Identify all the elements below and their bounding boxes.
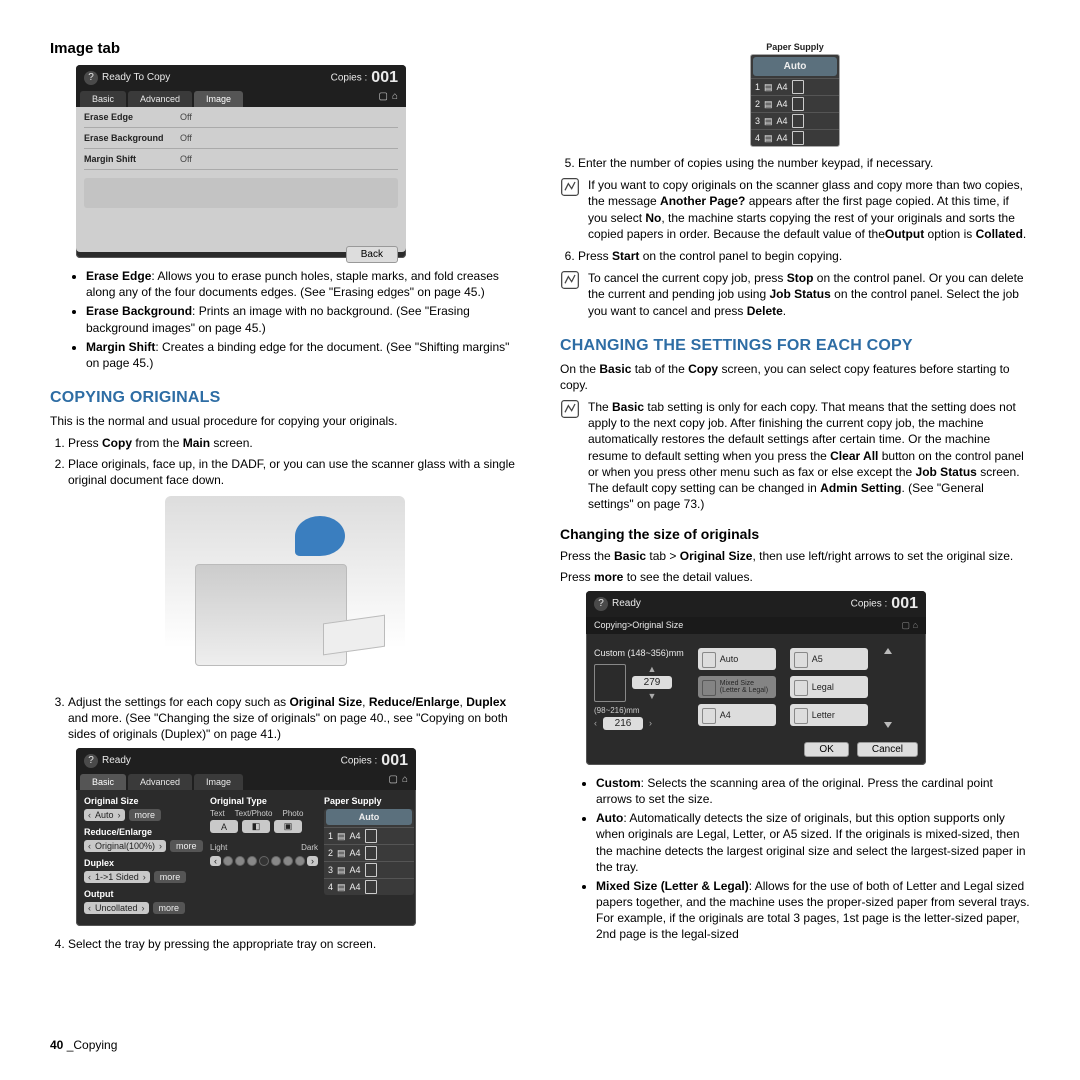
image-tab-bullets: Erase Edge: Allows you to erase punch ho… (50, 268, 520, 371)
step-5: Enter the number of copies using the num… (578, 155, 1030, 171)
tab-image[interactable]: Image (194, 774, 243, 790)
darkness-slider[interactable]: ‹ › (210, 856, 318, 866)
tab-image[interactable]: Image (194, 91, 243, 107)
tray-2[interactable]: 2 ▤ A4 (324, 844, 414, 861)
type-text[interactable]: A (210, 820, 238, 833)
back-button[interactable]: Back (346, 246, 398, 263)
step-6: Press Start on the control panel to begi… (578, 248, 1030, 264)
cancel-button[interactable]: Cancel (857, 742, 918, 757)
tray-1[interactable]: 1 ▤ A4 (751, 78, 839, 95)
scrollbar[interactable] (882, 648, 894, 728)
step-4: Select the tray by pressing the appropri… (68, 936, 520, 952)
up-icon[interactable]: ▢ (379, 91, 388, 107)
tab-advanced[interactable]: Advanced (128, 91, 192, 107)
lcd-image-tab: ?Ready To Copy Copies :001 Basic Advance… (76, 65, 406, 258)
heading-changing-size: Changing the size of originals (560, 526, 1030, 542)
home-icon[interactable]: ⌂ (402, 774, 408, 790)
paper-auto[interactable]: Auto (326, 809, 412, 825)
step-1: Press Copy from the Main screen. (68, 435, 520, 451)
size-bullets: Custom: Selects the scanning area of the… (560, 775, 1030, 943)
more-button[interactable]: more (154, 871, 187, 883)
step-3: Adjust the settings for each copy such a… (68, 694, 520, 743)
row-margin-shift[interactable]: Margin Shift (84, 154, 174, 164)
page-footer: 40 _Copying (50, 1038, 117, 1052)
lcd-basic-tab: ?Ready Copies :001 Basic Advanced Image … (76, 748, 416, 926)
opt-auto[interactable]: Auto (698, 648, 776, 670)
lcd-ready: Ready To Copy (102, 72, 170, 83)
help-icon: ? (84, 754, 98, 768)
tray-4[interactable]: 4 ▤ A4 (324, 878, 414, 895)
home-icon[interactable]: ⌂ (392, 91, 398, 107)
heading-copying-originals: COPYING ORIGINALS (50, 389, 520, 407)
ok-button[interactable]: OK (804, 742, 848, 757)
opt-a4[interactable]: A4 (698, 704, 776, 726)
opt-a5[interactable]: A5 (790, 648, 868, 670)
group-original-type: Original Type TextText/PhotoPhoto A ◧ ▣ … (210, 796, 318, 914)
help-icon: ? (84, 71, 98, 85)
opt-legal[interactable]: Legal (790, 676, 868, 698)
tray-3[interactable]: 3 ▤ A4 (324, 861, 414, 878)
note-icon (560, 177, 580, 197)
type-textphoto[interactable]: ◧ (242, 820, 270, 833)
tab-basic[interactable]: Basic (80, 91, 126, 107)
output-selector[interactable]: ‹Uncollated› (84, 902, 149, 914)
tray-2[interactable]: 2 ▤ A4 (751, 95, 839, 112)
group-paper-supply: Paper Supply Auto 1 ▤ A4 2 ▤ A4 3 ▤ A4 4… (324, 796, 414, 914)
type-photo[interactable]: ▣ (274, 820, 302, 833)
size-p1: Press the Basic tab > Original Size, the… (560, 548, 1030, 564)
row-erase-bg[interactable]: Erase Background (84, 133, 174, 143)
lcd-original-size: ?Ready Copies :001 Copying>Original Size… (586, 591, 926, 765)
note-icon (560, 399, 580, 419)
tray-3[interactable]: 3 ▤ A4 (751, 112, 839, 129)
tab-basic[interactable]: Basic (80, 774, 126, 790)
more-button[interactable]: more (170, 840, 203, 852)
heading-image-tab: Image tab (50, 40, 520, 57)
copying-intro: This is the normal and usual procedure f… (50, 413, 520, 429)
original-size-selector[interactable]: ‹Auto› (84, 809, 125, 821)
paper-auto[interactable]: Auto (753, 57, 837, 76)
opt-mixed[interactable]: Mixed Size (Letter & Legal) (698, 676, 776, 698)
more-button[interactable]: more (129, 809, 162, 821)
paper-supply-panel: Paper Supply Auto 1 ▤ A4 2 ▤ A4 3 ▤ A4 4… (750, 40, 840, 147)
opt-letter[interactable]: Letter (790, 704, 868, 726)
step-2: Place originals, face up, in the DADF, o… (68, 456, 520, 488)
tray-4[interactable]: 4 ▤ A4 (751, 129, 839, 146)
note-another-page: If you want to copy originals on the sca… (588, 177, 1030, 242)
tab-advanced[interactable]: Advanced (128, 774, 192, 790)
breadcrumb: Copying>Original Size (594, 620, 683, 631)
row-erase-edge[interactable]: Erase Edge (84, 112, 174, 122)
more-button[interactable]: more (153, 902, 186, 914)
up-icon[interactable]: ▢ (389, 774, 398, 790)
custom-size-box: Custom (148~356)mm ▲ 279 ▼ (98~216)mm ‹2… (594, 648, 684, 732)
note-cancel-job: To cancel the current copy job, press St… (588, 270, 1030, 319)
tray-1[interactable]: 1 ▤ A4 (324, 827, 414, 844)
heading-changing-settings: CHANGING THE SETTINGS FOR EACH COPY (560, 337, 1030, 355)
reduce-enlarge-selector[interactable]: ‹Original(100%)› (84, 840, 166, 852)
note-basic-tab: The Basic tab setting is only for each c… (588, 399, 1030, 512)
custom-width[interactable]: 216 (603, 717, 643, 730)
changing-intro: On the Basic tab of the Copy screen, you… (560, 361, 1030, 393)
note-icon (560, 270, 580, 290)
printer-photo (165, 496, 405, 686)
custom-height[interactable]: 279 (632, 676, 672, 689)
size-p2: Press more to see the detail values. (560, 569, 1030, 585)
duplex-selector[interactable]: ‹1->1 Sided› (84, 871, 150, 883)
group-original-size: Original Size ‹Auto›more Reduce/Enlarge … (84, 796, 204, 914)
